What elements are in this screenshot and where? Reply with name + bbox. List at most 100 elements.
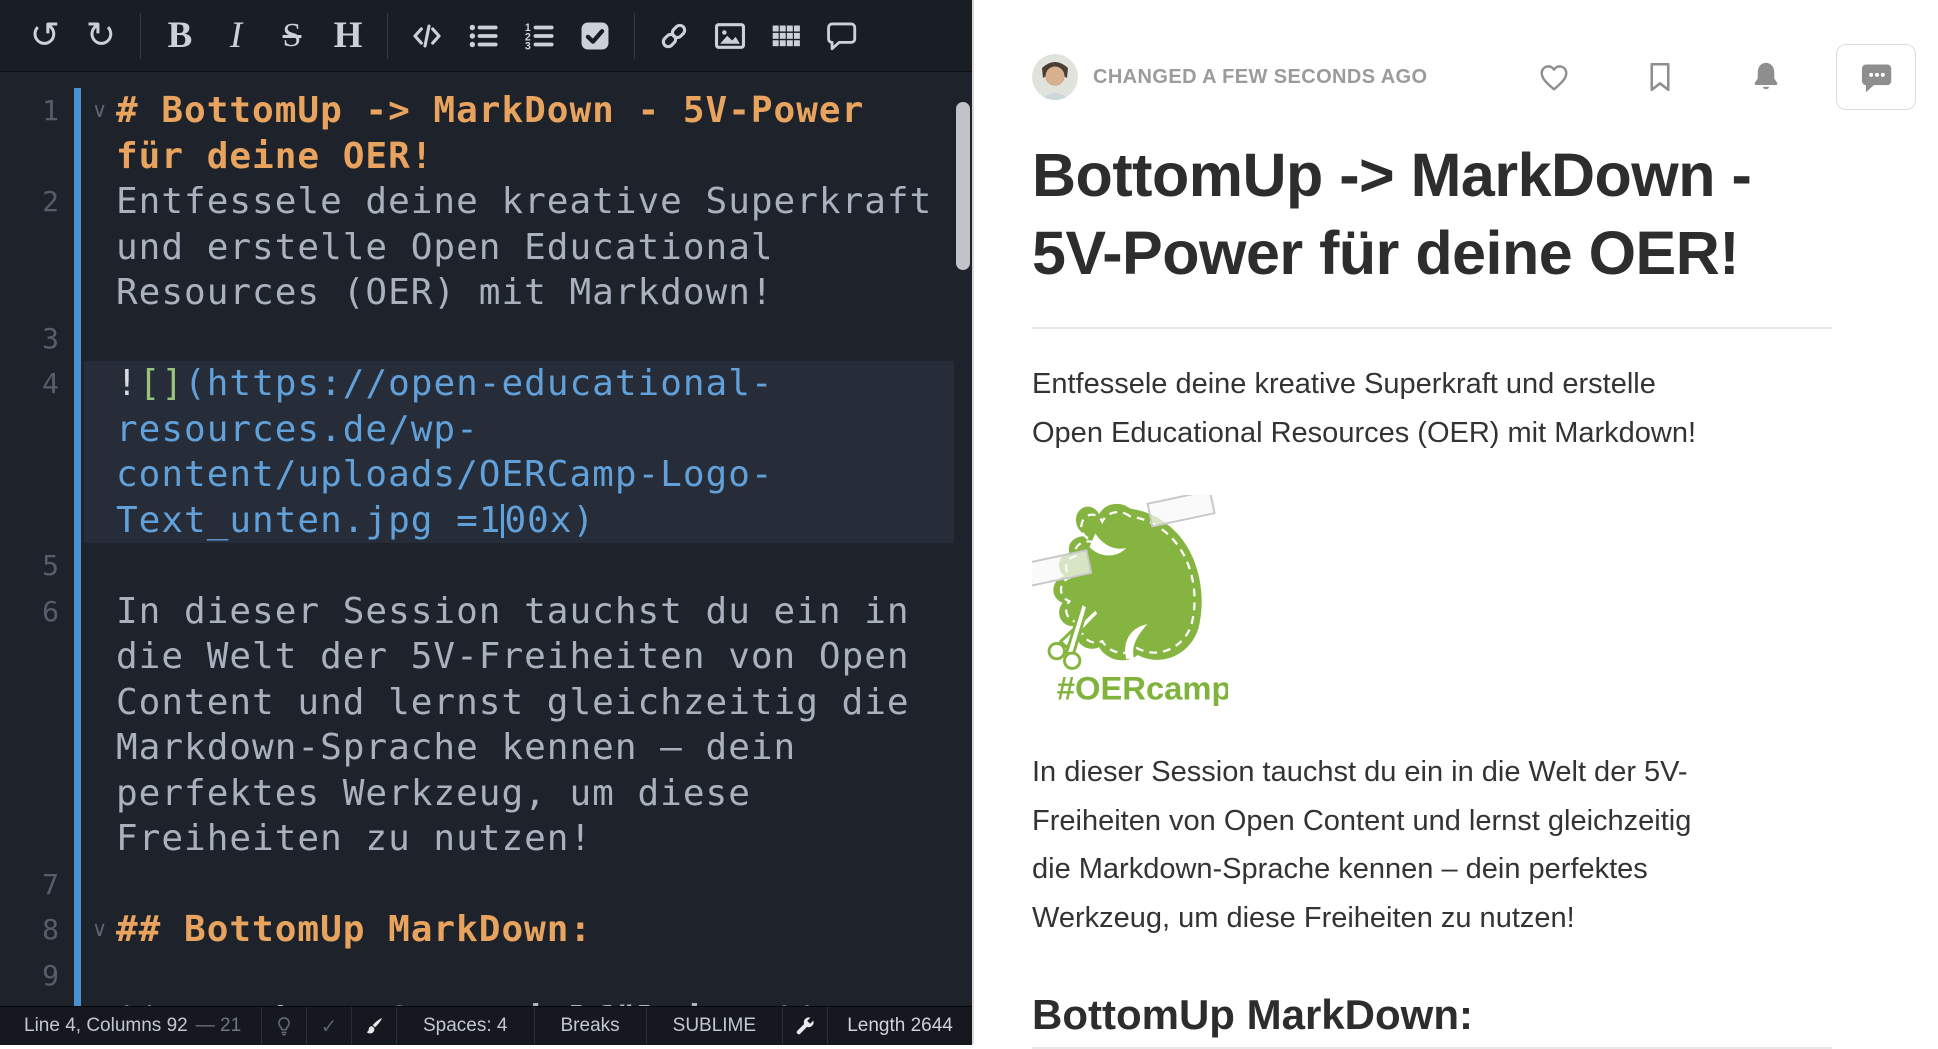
linebreak-setting[interactable]: Breaks	[535, 1007, 647, 1045]
unordered-list-button[interactable]	[458, 10, 508, 62]
line-number	[0, 634, 60, 680]
editor-row: 5	[0, 543, 972, 589]
code-text: Resources (OER) mit Markdown!	[116, 270, 954, 316]
editor-toolbar: ↺↻ BISH 123	[0, 0, 972, 72]
lightbulb-icon[interactable]	[262, 1007, 307, 1045]
gutter-space	[60, 88, 84, 134]
line-number: 3	[0, 316, 60, 362]
wrench-icon[interactable]	[783, 1007, 828, 1045]
gutter-space	[60, 543, 84, 589]
editor-row: 4 ![](https://open-educational-	[0, 361, 972, 407]
gutter-space	[60, 907, 84, 953]
editor-row: Text_unten.jpg =100x)	[0, 498, 972, 544]
link-button[interactable]	[649, 10, 699, 62]
redo-button[interactable]: ↻	[76, 10, 126, 62]
code-text: In dieser Session tauchst du ein in	[116, 589, 954, 635]
last-changed-label: CHANGED A FEW SECONDS AGO	[1093, 66, 1427, 89]
code-text: Freiheiten zu nutzen!	[116, 816, 954, 862]
heading-button[interactable]: H	[323, 10, 373, 62]
gutter-space	[60, 225, 84, 271]
check-icon[interactable]: ✓	[307, 1007, 352, 1045]
indent-setting[interactable]: Spaces: 4	[397, 1007, 535, 1045]
line-number: 10	[0, 998, 60, 1006]
code-text: content/uploads/OERCamp-Logo-	[116, 452, 954, 498]
table-button[interactable]	[761, 10, 811, 62]
fold-gutter	[84, 816, 116, 862]
ordered-list-button[interactable]: 123	[514, 10, 564, 62]
line-number: 4	[0, 361, 60, 407]
strikethrough-button[interactable]: S	[267, 10, 317, 62]
editor-lines: 1∨# BottomUp -> MarkDown - 5V-Powerfür d…	[0, 88, 972, 1006]
code-button[interactable]	[402, 10, 452, 62]
editor-row: 1∨# BottomUp -> MarkDown - 5V-Power	[0, 88, 972, 134]
undo-button[interactable]: ↺	[20, 10, 70, 62]
editor-row: 3	[0, 316, 972, 362]
bold-button[interactable]: B	[155, 10, 205, 62]
code-text	[116, 862, 954, 908]
line-number: 9	[0, 953, 60, 999]
fold-gutter	[84, 270, 116, 316]
gutter-space	[60, 725, 84, 771]
line-number	[0, 270, 60, 316]
code-text: **Verwahren & Vervielfältigen**	[116, 998, 954, 1006]
gutter-space	[60, 270, 84, 316]
toolbar-separator	[634, 13, 635, 59]
gutter-space	[60, 589, 84, 635]
document-title: BottomUp -> MarkDown - 5V-Power für dein…	[1032, 136, 1832, 292]
image-button[interactable]	[705, 10, 755, 62]
check-list-button[interactable]	[570, 10, 620, 62]
heart-icon[interactable]	[1536, 59, 1572, 95]
fold-gutter	[84, 543, 116, 589]
italic-button[interactable]: I	[211, 10, 261, 62]
line-number: 2	[0, 179, 60, 225]
code-text: ![](https://open-educational-	[116, 361, 954, 407]
editor-row: 6In dieser Session tauchst du ein in	[0, 589, 972, 635]
code-text: und erstelle Open Educational	[116, 225, 954, 271]
code-text	[116, 953, 954, 999]
code-text	[116, 543, 954, 589]
line-number	[0, 134, 60, 180]
gutter-space	[60, 634, 84, 680]
editor-pane: ↺↻ BISH 123 1∨# BottomUp -> MarkDown - 5V-…	[0, 0, 972, 1044]
comments-button[interactable]	[1836, 44, 1916, 110]
intro-paragraph: Entfessele deine kreative Superkraft und…	[1032, 360, 1832, 457]
line-number	[0, 225, 60, 271]
gutter-space	[60, 316, 84, 362]
gutter-space	[60, 862, 84, 908]
keymap-setting[interactable]: SUBLIME	[647, 1007, 783, 1045]
editor-row: und erstelle Open Educational	[0, 225, 972, 271]
rendered-markdown: BottomUp -> MarkDown - 5V-Power für dein…	[1032, 120, 1832, 1049]
fold-chevron-icon[interactable]: ∨	[84, 88, 116, 134]
avatar[interactable]	[1032, 54, 1078, 100]
fold-gutter	[84, 134, 116, 180]
line-number	[0, 407, 60, 453]
svg-text:3: 3	[525, 40, 531, 52]
fold-gutter	[84, 953, 116, 999]
gutter-space	[60, 179, 84, 225]
editor-row: 8∨## BottomUp MarkDown:	[0, 907, 972, 953]
editor-scrollbar-thumb[interactable]	[956, 102, 970, 270]
editor-row: resources.de/wp-	[0, 407, 972, 453]
bookmark-icon[interactable]	[1642, 59, 1678, 95]
oercamp-logo-image: #OERcamp	[1032, 495, 1228, 707]
bell-icon[interactable]	[1748, 59, 1784, 95]
fold-gutter	[84, 725, 116, 771]
fold-gutter	[84, 361, 116, 407]
session-paragraph: In dieser Session tauchst du ein in die …	[1032, 748, 1832, 942]
code-text: ## BottomUp MarkDown:	[116, 907, 954, 953]
editor-row: für deine OER!	[0, 134, 972, 180]
comment-button[interactable]	[817, 10, 867, 62]
fold-gutter	[84, 862, 116, 908]
oercamp-hashtag: #OERcamp	[1057, 669, 1228, 706]
code-text: resources.de/wp-	[116, 407, 954, 453]
fold-gutter	[84, 179, 116, 225]
gutter-space	[60, 498, 84, 544]
brush-icon[interactable]	[352, 1007, 397, 1045]
gutter-space	[60, 953, 84, 999]
markdown-editor[interactable]: 1∨# BottomUp -> MarkDown - 5V-Powerfür d…	[0, 73, 972, 1006]
line-number	[0, 816, 60, 862]
editor-row: 7	[0, 862, 972, 908]
preview-pane: CHANGED A FEW SECONDS AGO BottomUp -> Ma…	[974, 0, 1938, 1044]
fold-chevron-icon[interactable]: ∨	[84, 907, 116, 953]
gutter-space	[60, 680, 84, 726]
